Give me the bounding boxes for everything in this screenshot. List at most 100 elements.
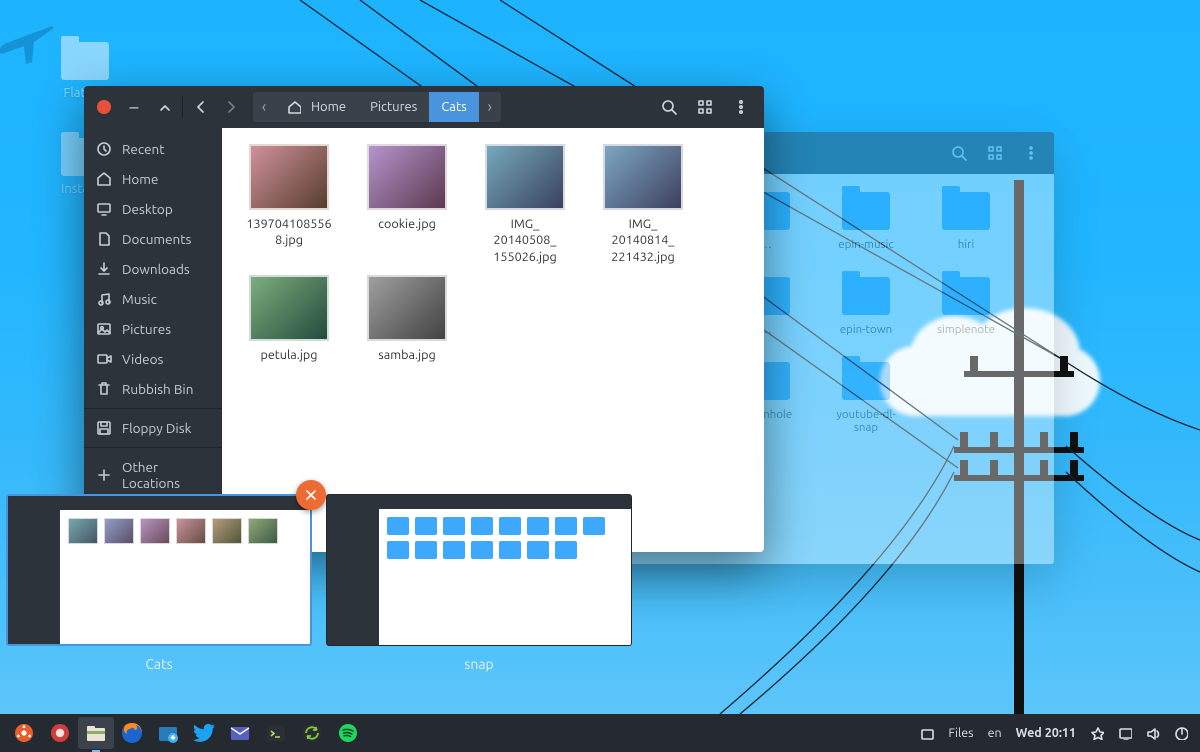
folder-icon (842, 192, 890, 230)
file-item[interactable]: IMG_20140814_221432.jpg (590, 144, 696, 265)
preview-label: snap (326, 656, 632, 672)
folder-label: simplenote (928, 323, 1004, 336)
sidebar-item-label: Downloads (122, 261, 190, 277)
file-name: IMG_20140508_155026.jpg (472, 216, 578, 265)
image-thumbnail (249, 144, 329, 210)
image-thumbnail (367, 144, 447, 210)
image-thumbnail (367, 275, 447, 341)
files-app-button[interactable] (78, 717, 114, 749)
update-button[interactable] (294, 717, 330, 749)
sidebar-item-pictures[interactable]: Pictures (84, 314, 222, 344)
image-thumbnail (603, 144, 683, 210)
file-manager-window[interactable]: – ‹ Home Pictures Cats › Recent Home Deskt… (84, 86, 764, 552)
tray-power-icon[interactable] (1168, 726, 1194, 740)
firefox-button[interactable] (114, 717, 150, 749)
sidebar-item-downloads[interactable]: Downloads (84, 254, 222, 284)
path-segment-pictures[interactable]: Pictures (358, 92, 429, 122)
window-preview-cats[interactable]: Cats (6, 494, 312, 680)
folder-icon (842, 362, 890, 400)
file-item[interactable]: cookie.jpg (354, 144, 460, 265)
sidebar-item-label: Videos (122, 351, 163, 367)
path-bar: ‹ Home Pictures Cats › (253, 92, 501, 122)
nav-back-button[interactable] (187, 93, 215, 121)
sidebar-item-trash[interactable]: Rubbish Bin (84, 374, 222, 404)
sidebar-item-label: Pictures (122, 321, 171, 337)
terminal-button[interactable] (258, 717, 294, 749)
places-sidebar: Recent Home Desktop Documents Downloads Music… (84, 128, 222, 552)
window-preview-snap[interactable]: snap (326, 494, 632, 680)
sidebar-item-label: Desktop (122, 201, 173, 217)
path-segment-cats[interactable]: Cats (429, 92, 478, 122)
image-thumbnail (249, 275, 329, 341)
image-thumbnail (485, 144, 565, 210)
nav-forward-button[interactable] (217, 93, 245, 121)
tray-volume-icon[interactable] (1140, 726, 1166, 740)
sidebar-item-floppy[interactable]: Floppy Disk (84, 413, 222, 443)
view-grid-icon[interactable] (978, 138, 1012, 168)
folder-icon (842, 277, 890, 315)
close-button[interactable] (90, 93, 118, 121)
folder-item[interactable]: epin-music (828, 192, 904, 251)
sidebar-item-label: Rubbish Bin (122, 381, 193, 397)
sidebar-item-documents[interactable]: Documents (84, 224, 222, 254)
folder-item[interactable]: simplenote (928, 277, 1004, 336)
sidebar-item-home[interactable]: Home (84, 164, 222, 194)
sidebar-item-recent[interactable]: Recent (84, 134, 222, 164)
view-toggle-button[interactable] (688, 92, 722, 122)
hamburger-menu-button[interactable] (724, 92, 758, 122)
folder-icon (942, 192, 990, 230)
twitter-button[interactable] (186, 717, 222, 749)
tray-notifications-icon[interactable] (1084, 726, 1110, 740)
sidebar-item-label: Floppy Disk (122, 420, 191, 436)
tray-files-icon[interactable] (914, 726, 940, 740)
file-item[interactable]: samba.jpg (354, 275, 460, 363)
path-label: Pictures (370, 100, 417, 114)
maximize-button[interactable] (150, 93, 178, 121)
file-name: samba.jpg (354, 347, 460, 363)
window-switcher: Cats snap (6, 494, 686, 680)
mail-button[interactable] (222, 717, 258, 749)
spotify-button[interactable] (330, 717, 366, 749)
show-apps-button[interactable] (6, 717, 42, 749)
menu-icon[interactable] (1014, 138, 1048, 168)
file-item[interactable]: 1397041085568.jpg (236, 144, 342, 265)
tray-network-icon[interactable] (1112, 726, 1138, 740)
sidebar-item-videos[interactable]: Videos (84, 344, 222, 374)
sidebar-item-desktop[interactable]: Desktop (84, 194, 222, 224)
path-label: Cats (441, 100, 466, 114)
file-item[interactable]: IMG_20140508_155026.jpg (472, 144, 578, 265)
search-button[interactable] (652, 92, 686, 122)
sidebar-item-music[interactable]: Music (84, 284, 222, 314)
folder-item[interactable]: hiri (928, 192, 1004, 251)
path-right-icon[interactable]: › (479, 98, 501, 116)
folder-icon (61, 42, 109, 80)
folder-label: hiri (928, 238, 1004, 251)
software-center-button[interactable] (150, 717, 186, 749)
folder-item[interactable]: youtube-dl-snap (828, 362, 904, 434)
sidebar-item-label: Music (122, 291, 157, 307)
sidebar-item-label: Other Locations (122, 459, 210, 491)
file-name: IMG_20140814_221432.jpg (590, 216, 696, 265)
sidebar-item-other[interactable]: Other Locations (84, 452, 222, 498)
path-left-icon[interactable]: ‹ (253, 98, 275, 116)
close-preview-button[interactable] (296, 480, 326, 510)
file-item[interactable]: petula.jpg (236, 275, 342, 363)
search-icon[interactable] (942, 138, 976, 168)
path-segment-home[interactable]: Home (275, 92, 358, 122)
sidebar-item-label: Recent (122, 141, 165, 157)
file-name: 1397041085568.jpg (236, 216, 342, 249)
screen-recorder-button[interactable] (42, 717, 78, 749)
folder-item[interactable]: epin-town (828, 277, 904, 336)
folder-icon (942, 277, 990, 315)
sidebar-item-label: Home (122, 171, 158, 187)
tray-clock[interactable]: Wed 20:11 (1010, 726, 1082, 740)
folder-label: epin-music (828, 238, 904, 251)
path-label: Home (311, 100, 346, 114)
sidebar-item-label: Documents (122, 231, 191, 247)
tray-keyboard-layout[interactable]: en (982, 726, 1008, 740)
file-name: cookie.jpg (354, 216, 460, 232)
tray-app-title[interactable]: Files (942, 726, 979, 740)
taskbar: Files en Wed 20:11 (0, 714, 1200, 752)
headerbar: – ‹ Home Pictures Cats › (84, 86, 764, 128)
minimize-button[interactable]: – (120, 93, 148, 121)
